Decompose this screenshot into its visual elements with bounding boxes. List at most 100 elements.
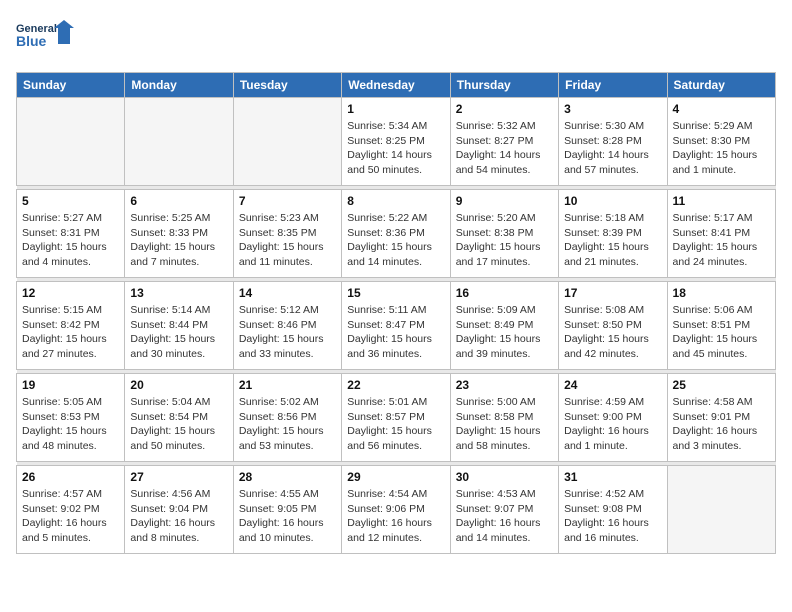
day-info: Sunrise: 5:09 AMSunset: 8:49 PMDaylight:… bbox=[456, 303, 553, 362]
day-cell: 15 Sunrise: 5:11 AMSunset: 8:47 PMDayligh… bbox=[342, 282, 450, 370]
weekday-header-saturday: Saturday bbox=[667, 73, 775, 98]
day-number: 10 bbox=[564, 194, 661, 208]
day-info: Sunrise: 4:56 AMSunset: 9:04 PMDaylight:… bbox=[130, 487, 227, 546]
day-info: Sunrise: 4:52 AMSunset: 9:08 PMDaylight:… bbox=[564, 487, 661, 546]
day-number: 4 bbox=[673, 102, 770, 116]
day-cell bbox=[233, 98, 341, 186]
day-number: 20 bbox=[130, 378, 227, 392]
day-info: Sunrise: 5:17 AMSunset: 8:41 PMDaylight:… bbox=[673, 211, 770, 270]
day-number: 8 bbox=[347, 194, 444, 208]
day-info: Sunrise: 4:55 AMSunset: 9:05 PMDaylight:… bbox=[239, 487, 336, 546]
day-cell: 14 Sunrise: 5:12 AMSunset: 8:46 PMDayligh… bbox=[233, 282, 341, 370]
day-info: Sunrise: 5:34 AMSunset: 8:25 PMDaylight:… bbox=[347, 119, 444, 178]
day-number: 15 bbox=[347, 286, 444, 300]
week-row-3: 12 Sunrise: 5:15 AMSunset: 8:42 PMDayligh… bbox=[17, 282, 776, 370]
day-number: 25 bbox=[673, 378, 770, 392]
day-info: Sunrise: 5:29 AMSunset: 8:30 PMDaylight:… bbox=[673, 119, 770, 178]
calendar-table: SundayMondayTuesdayWednesdayThursdayFrid… bbox=[16, 72, 776, 554]
day-cell: 13Sunrise: 5:14 AMSunset: 8:44 PMDayligh… bbox=[125, 282, 233, 370]
day-cell: 16 Sunrise: 5:09 AMSunset: 8:49 PMDayligh… bbox=[450, 282, 558, 370]
day-cell: 23 Sunrise: 5:00 AMSunset: 8:58 PMDayligh… bbox=[450, 374, 558, 462]
day-info: Sunrise: 5:15 AMSunset: 8:42 PMDaylight:… bbox=[22, 303, 119, 362]
weekday-header-monday: Monday bbox=[125, 73, 233, 98]
day-cell: 30Sunrise: 4:53 AMSunset: 9:07 PMDayligh… bbox=[450, 466, 558, 554]
logo: General Blue bbox=[16, 16, 76, 60]
day-number: 28 bbox=[239, 470, 336, 484]
day-info: Sunrise: 5:00 AMSunset: 8:58 PMDaylight:… bbox=[456, 395, 553, 454]
day-cell: 17Sunrise: 5:08 AMSunset: 8:50 PMDayligh… bbox=[559, 282, 667, 370]
weekday-header-wednesday: Wednesday bbox=[342, 73, 450, 98]
day-cell: 2 Sunrise: 5:32 AMSunset: 8:27 PMDaylight… bbox=[450, 98, 558, 186]
page-header: General Blue bbox=[16, 16, 776, 60]
day-cell: 26 Sunrise: 4:57 AMSunset: 9:02 PMDayligh… bbox=[17, 466, 125, 554]
day-cell: 31 Sunrise: 4:52 AMSunset: 9:08 PMDayligh… bbox=[559, 466, 667, 554]
day-info: Sunrise: 5:04 AMSunset: 8:54 PMDaylight:… bbox=[130, 395, 227, 454]
day-number: 1 bbox=[347, 102, 444, 116]
day-info: Sunrise: 5:06 AMSunset: 8:51 PMDaylight:… bbox=[673, 303, 770, 362]
day-number: 14 bbox=[239, 286, 336, 300]
day-number: 5 bbox=[22, 194, 119, 208]
day-number: 3 bbox=[564, 102, 661, 116]
day-cell bbox=[17, 98, 125, 186]
day-number: 9 bbox=[456, 194, 553, 208]
day-number: 6 bbox=[130, 194, 227, 208]
day-info: Sunrise: 4:57 AMSunset: 9:02 PMDaylight:… bbox=[22, 487, 119, 546]
day-number: 13 bbox=[130, 286, 227, 300]
day-info: Sunrise: 5:18 AMSunset: 8:39 PMDaylight:… bbox=[564, 211, 661, 270]
day-number: 2 bbox=[456, 102, 553, 116]
logo-icon: General Blue bbox=[16, 16, 76, 60]
day-cell: 1 Sunrise: 5:34 AMSunset: 8:25 PMDaylight… bbox=[342, 98, 450, 186]
weekday-header-thursday: Thursday bbox=[450, 73, 558, 98]
day-cell: 20 Sunrise: 5:04 AMSunset: 8:54 PMDayligh… bbox=[125, 374, 233, 462]
day-cell: 22 Sunrise: 5:01 AMSunset: 8:57 PMDayligh… bbox=[342, 374, 450, 462]
day-cell: 24Sunrise: 4:59 AMSunset: 9:00 PMDayligh… bbox=[559, 374, 667, 462]
day-info: Sunrise: 5:20 AMSunset: 8:38 PMDaylight:… bbox=[456, 211, 553, 270]
day-info: Sunrise: 5:22 AMSunset: 8:36 PMDaylight:… bbox=[347, 211, 444, 270]
day-number: 27 bbox=[130, 470, 227, 484]
week-row-5: 26 Sunrise: 4:57 AMSunset: 9:02 PMDayligh… bbox=[17, 466, 776, 554]
day-number: 22 bbox=[347, 378, 444, 392]
day-cell: 7 Sunrise: 5:23 AMSunset: 8:35 PMDaylight… bbox=[233, 190, 341, 278]
day-info: Sunrise: 5:05 AMSunset: 8:53 PMDaylight:… bbox=[22, 395, 119, 454]
day-number: 12 bbox=[22, 286, 119, 300]
day-cell: 5Sunrise: 5:27 AMSunset: 8:31 PMDaylight… bbox=[17, 190, 125, 278]
day-number: 11 bbox=[673, 194, 770, 208]
day-info: Sunrise: 4:54 AMSunset: 9:06 PMDaylight:… bbox=[347, 487, 444, 546]
day-cell: 8 Sunrise: 5:22 AMSunset: 8:36 PMDaylight… bbox=[342, 190, 450, 278]
day-number: 29 bbox=[347, 470, 444, 484]
day-cell: 11 Sunrise: 5:17 AMSunset: 8:41 PMDayligh… bbox=[667, 190, 775, 278]
day-cell: 12 Sunrise: 5:15 AMSunset: 8:42 PMDayligh… bbox=[17, 282, 125, 370]
day-info: Sunrise: 5:32 AMSunset: 8:27 PMDaylight:… bbox=[456, 119, 553, 178]
weekday-header-sunday: Sunday bbox=[17, 73, 125, 98]
day-info: Sunrise: 5:30 AMSunset: 8:28 PMDaylight:… bbox=[564, 119, 661, 178]
day-number: 19 bbox=[22, 378, 119, 392]
day-cell: 10 Sunrise: 5:18 AMSunset: 8:39 PMDayligh… bbox=[559, 190, 667, 278]
day-number: 7 bbox=[239, 194, 336, 208]
day-number: 30 bbox=[456, 470, 553, 484]
svg-text:Blue: Blue bbox=[16, 33, 47, 49]
day-number: 17 bbox=[564, 286, 661, 300]
day-info: Sunrise: 4:58 AMSunset: 9:01 PMDaylight:… bbox=[673, 395, 770, 454]
day-number: 23 bbox=[456, 378, 553, 392]
day-number: 18 bbox=[673, 286, 770, 300]
day-cell: 4 Sunrise: 5:29 AMSunset: 8:30 PMDaylight… bbox=[667, 98, 775, 186]
day-info: Sunrise: 5:11 AMSunset: 8:47 PMDaylight:… bbox=[347, 303, 444, 362]
weekday-header-row: SundayMondayTuesdayWednesdayThursdayFrid… bbox=[17, 73, 776, 98]
day-cell bbox=[667, 466, 775, 554]
day-number: 31 bbox=[564, 470, 661, 484]
day-info: Sunrise: 4:59 AMSunset: 9:00 PMDaylight:… bbox=[564, 395, 661, 454]
day-number: 16 bbox=[456, 286, 553, 300]
day-cell: 21Sunrise: 5:02 AMSunset: 8:56 PMDayligh… bbox=[233, 374, 341, 462]
day-number: 26 bbox=[22, 470, 119, 484]
day-cell bbox=[125, 98, 233, 186]
day-cell: 28 Sunrise: 4:55 AMSunset: 9:05 PMDayligh… bbox=[233, 466, 341, 554]
day-info: Sunrise: 5:12 AMSunset: 8:46 PMDaylight:… bbox=[239, 303, 336, 362]
day-cell: 9 Sunrise: 5:20 AMSunset: 8:38 PMDaylight… bbox=[450, 190, 558, 278]
weekday-header-tuesday: Tuesday bbox=[233, 73, 341, 98]
day-info: Sunrise: 5:23 AMSunset: 8:35 PMDaylight:… bbox=[239, 211, 336, 270]
day-cell: 18 Sunrise: 5:06 AMSunset: 8:51 PMDayligh… bbox=[667, 282, 775, 370]
weekday-header-friday: Friday bbox=[559, 73, 667, 98]
week-row-1: 1 Sunrise: 5:34 AMSunset: 8:25 PMDaylight… bbox=[17, 98, 776, 186]
day-info: Sunrise: 5:01 AMSunset: 8:57 PMDaylight:… bbox=[347, 395, 444, 454]
day-cell: 27 Sunrise: 4:56 AMSunset: 9:04 PMDayligh… bbox=[125, 466, 233, 554]
